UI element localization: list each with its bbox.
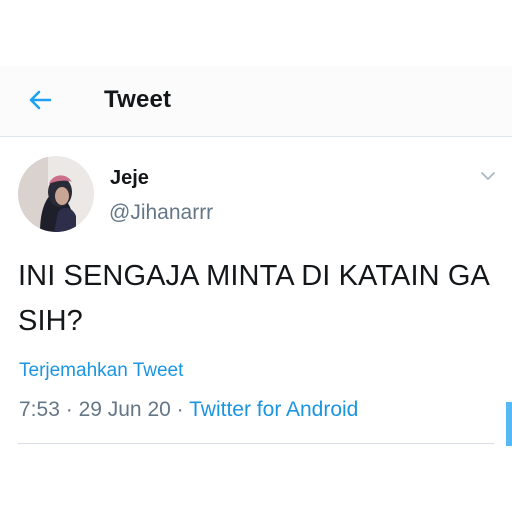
profile-photo — [18, 156, 94, 232]
tweet-menu-button[interactable] — [478, 168, 498, 184]
top-app-bar: Tweet — [0, 66, 512, 137]
page-title: Tweet — [104, 86, 172, 113]
avatar[interactable] — [18, 156, 94, 232]
meta-separator: · — [176, 398, 184, 421]
tweet-date: 29 Jun 20 — [78, 398, 171, 421]
tweet-time: 7:53 — [19, 398, 60, 421]
back-button[interactable] — [24, 84, 56, 116]
divider — [18, 443, 494, 444]
tweet-source-link[interactable]: Twitter for Android — [189, 398, 358, 421]
chevron-down-icon — [481, 172, 495, 180]
author-display-name[interactable]: Jeje — [110, 167, 149, 190]
translate-tweet-link[interactable]: Terjemahkan Tweet — [19, 360, 183, 382]
author-handle[interactable]: @Jihanarrr — [109, 201, 213, 225]
tweet-detail-screen: Tweet Jeje @Jihanarrr INI SENGAJA MINTA … — [0, 0, 512, 512]
scrollbar[interactable] — [506, 402, 512, 446]
arrow-left-icon — [29, 90, 52, 110]
tweet-text: INI SENGAJA MINTA DI KATAIN GA SIH? — [18, 260, 489, 337]
tweet-meta: 7:53 · 29 Jun 20 · Twitter for Android — [19, 398, 358, 422]
meta-separator: · — [65, 398, 73, 421]
